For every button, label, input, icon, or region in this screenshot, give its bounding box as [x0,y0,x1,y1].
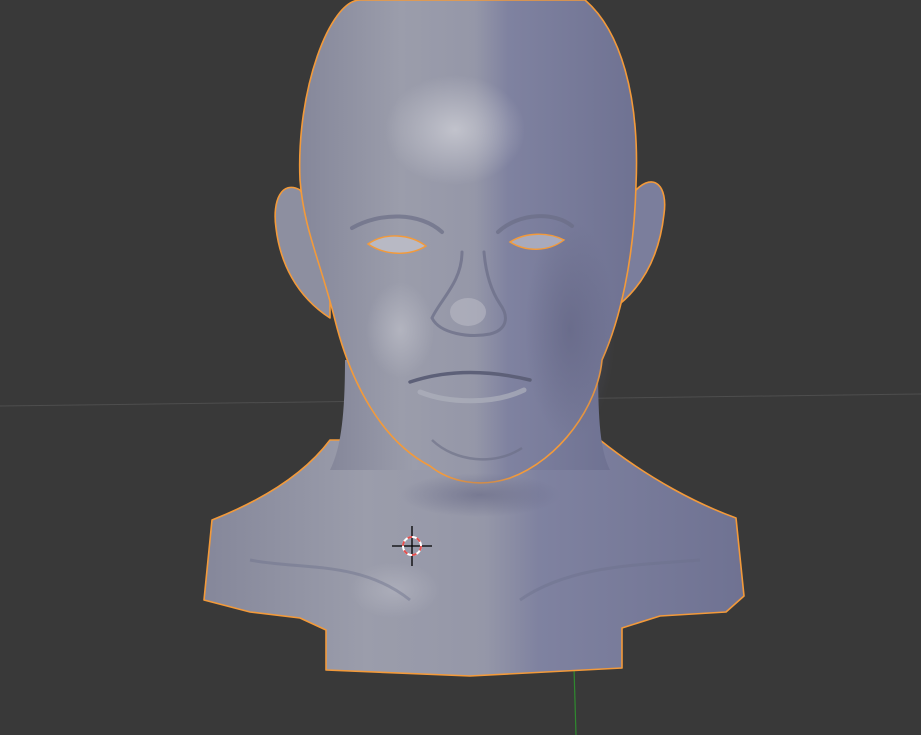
cheek-highlight [366,282,434,378]
3d-viewport[interactable] [0,0,921,735]
forehead-highlight [385,75,525,185]
nose-tip-highlight [450,298,486,326]
face-side-shadow [525,220,615,440]
neck-shadow [400,473,560,517]
viewport-canvas[interactable] [0,0,921,735]
